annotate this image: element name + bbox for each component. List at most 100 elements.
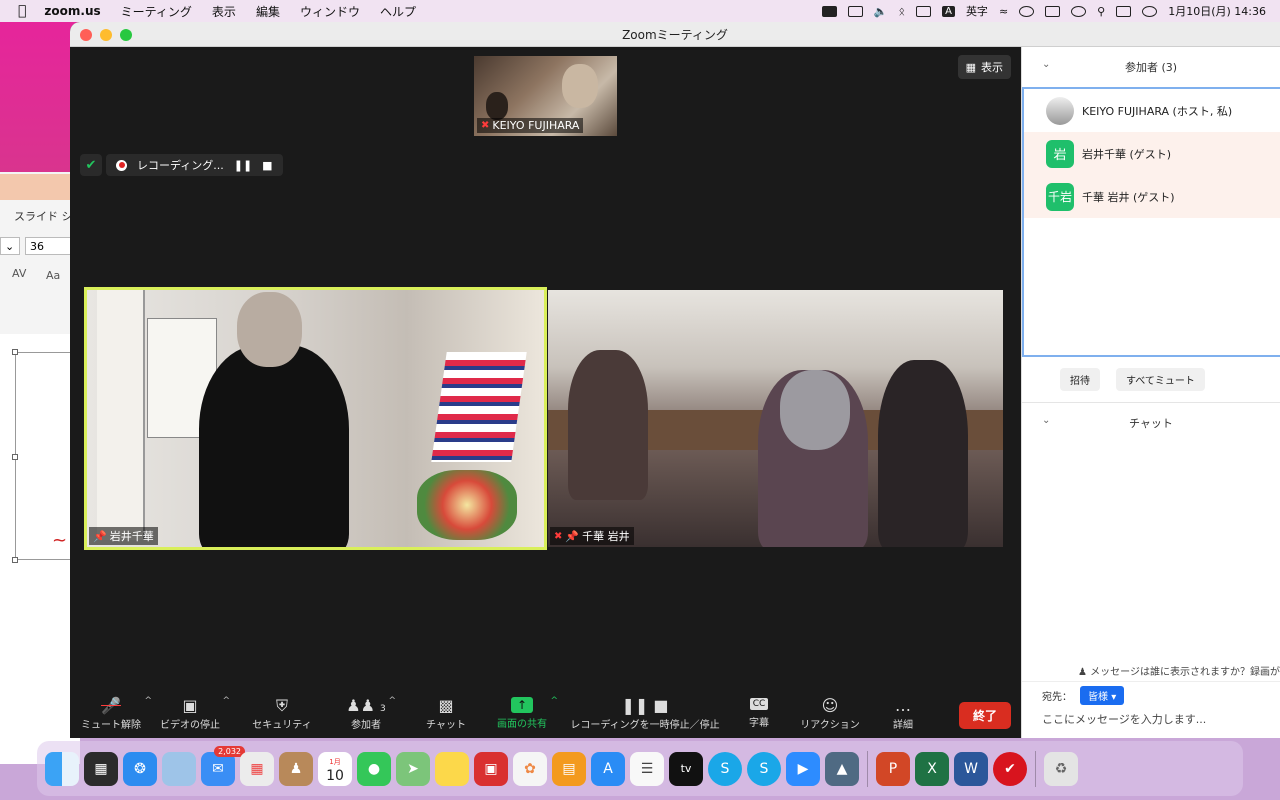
participants-icon: ♟♟ 3 xyxy=(346,695,386,715)
who-can-see-notice[interactable]: ♟ メッセージは誰に表示されますか？録画が xyxy=(1022,663,1280,681)
close-window-button[interactable] xyxy=(80,29,92,41)
resize-handle[interactable] xyxy=(12,557,18,563)
mission-control-icon[interactable]: ▦ xyxy=(84,751,118,786)
trend-micro-icon[interactable]: ✔ xyxy=(993,751,1027,786)
top-participant-video[interactable]: ✖ KEIYO FUJIHARA xyxy=(474,56,617,136)
chevron-up-icon[interactable]: ^ xyxy=(222,696,230,706)
selected-textbox[interactable] xyxy=(15,352,75,560)
unmute-button[interactable]: 🎤 ミュート解除 ^ xyxy=(80,688,152,738)
minimize-window-button[interactable] xyxy=(100,29,112,41)
participant-row[interactable]: 岩 岩井千華 (ゲスト) xyxy=(1024,132,1280,175)
font-size-select[interactable]: 36 xyxy=(25,237,73,255)
menu-help[interactable]: ヘルプ xyxy=(380,3,416,20)
app-menu[interactable]: zoom.us xyxy=(44,4,100,18)
chat-button[interactable]: ▩ チャット xyxy=(426,688,466,738)
user-icon[interactable] xyxy=(1019,5,1035,17)
share-screen-button[interactable]: ↑ 画面の共有 ^ xyxy=(496,688,558,738)
view-button[interactable]: ▦ 表示 xyxy=(957,55,1011,79)
notes-icon[interactable] xyxy=(435,751,469,786)
slide-show-tab[interactable]: スライド シ xyxy=(14,208,73,224)
slide-canvas[interactable]: ~ xyxy=(0,334,80,764)
maps-icon[interactable]: ➤ xyxy=(396,751,430,786)
menu-edit[interactable]: 編集 xyxy=(256,3,280,20)
messages-icon[interactable]: ● xyxy=(357,751,391,786)
dropbox-icon[interactable] xyxy=(847,5,863,17)
invite-button[interactable]: 招待 xyxy=(1060,368,1100,391)
clock-icon[interactable] xyxy=(1071,5,1087,17)
books-icon[interactable]: ▤ xyxy=(552,751,586,786)
char-spacing-button[interactable]: AV xyxy=(12,267,26,280)
app-store-icon[interactable]: A xyxy=(591,751,625,786)
background-banner xyxy=(97,290,145,540)
stop-recording-icon[interactable]: ■ xyxy=(262,159,272,172)
security-button[interactable]: ⛨ セキュリティ xyxy=(251,688,313,738)
chat-panel-header: ⌄ チャット xyxy=(1022,403,1280,443)
preview-icon[interactable] xyxy=(162,751,196,786)
encryption-shield-icon[interactable]: ✔ xyxy=(80,154,102,176)
more-button[interactable]: … 詳細 xyxy=(888,688,918,738)
display-icon[interactable] xyxy=(1045,5,1061,17)
zoom-status-icon[interactable] xyxy=(821,5,837,17)
excel-icon[interactable]: X xyxy=(915,751,949,786)
input-source-label[interactable]: 英字 xyxy=(966,3,988,19)
skype-icon[interactable]: S xyxy=(708,751,742,786)
input-source-icon[interactable]: A xyxy=(942,5,955,17)
zoom-window-button[interactable] xyxy=(120,29,132,41)
chevron-down-icon[interactable]: ⌄ xyxy=(1042,415,1050,426)
chevron-down-icon[interactable]: ⌄ xyxy=(1042,59,1050,70)
zoom-icon[interactable]: ▶ xyxy=(786,751,820,786)
top-participant-nameplate: ✖ KEIYO FUJIHARA xyxy=(477,118,584,133)
pause-stop-recording-button[interactable]: ❚❚ ■ レコーディングを一時停止／停止 xyxy=(570,688,720,738)
chevron-up-icon[interactable]: ^ xyxy=(388,696,396,706)
resize-handle[interactable] xyxy=(12,454,18,460)
chevron-up-icon[interactable]: ^ xyxy=(550,696,558,706)
chevron-up-icon[interactable]: ^ xyxy=(144,696,152,706)
participants-button[interactable]: ♟♟ 3 参加者 ^ xyxy=(346,688,396,738)
menubar-datetime[interactable]: 1月10日(月) 14:36 xyxy=(1168,3,1266,19)
share-screen-label: 画面の共有 xyxy=(497,718,547,730)
calendar-icon[interactable]: 1月 10 xyxy=(318,751,352,786)
participant-row[interactable]: KEIYO FUJIHARA (ホスト, 私) xyxy=(1024,89,1280,132)
reminders-icon[interactable]: ☰ xyxy=(630,751,664,786)
siri-icon[interactable] xyxy=(1142,5,1158,17)
apple-tv-icon[interactable]: tv xyxy=(669,751,703,786)
font-family-select[interactable]: ⌄ xyxy=(0,237,20,255)
contacts-icon[interactable]: ♟ xyxy=(279,751,313,786)
word-icon[interactable]: W xyxy=(954,751,988,786)
video-tile-participant[interactable]: ✖ 📌 千華 岩井 xyxy=(548,290,1003,547)
photos-icon[interactable]: ✿ xyxy=(513,751,547,786)
resize-handle[interactable] xyxy=(12,349,18,355)
skype-for-business-icon[interactable]: S xyxy=(747,751,781,786)
volume-icon[interactable]: 🔈 xyxy=(874,5,888,18)
safari-icon[interactable]: ❂ xyxy=(123,751,157,786)
pause-recording-icon[interactable]: ❚❚ xyxy=(234,159,252,172)
photo-booth-icon[interactable]: ▣ xyxy=(474,751,508,786)
prism-icon[interactable]: ▲ xyxy=(825,751,859,786)
powerpoint-icon[interactable]: P xyxy=(876,751,910,786)
end-meeting-button[interactable]: 終了 xyxy=(958,702,1011,729)
control-center-icon[interactable] xyxy=(1116,5,1132,17)
change-case-button[interactable]: Aa xyxy=(46,269,60,282)
chat-message-input[interactable]: ここにメッセージを入力します... xyxy=(1022,709,1280,731)
finder-icon[interactable] xyxy=(45,751,79,786)
wifi-icon[interactable]: ≈ xyxy=(999,5,1008,18)
menu-view[interactable]: 表示 xyxy=(212,3,236,20)
participant-name: KEIYO FUJIHARA (ホスト, 私) xyxy=(1082,104,1233,118)
recipient-select[interactable]: 皆様 ▾ xyxy=(1080,686,1125,705)
stop-video-button[interactable]: ▣ ビデオの停止 ^ xyxy=(160,688,230,738)
apple-icon[interactable]:  xyxy=(18,3,26,19)
mail-icon[interactable]: ✉ 2,032 xyxy=(201,745,245,786)
mute-all-button[interactable]: すべてミュート xyxy=(1116,368,1205,391)
participant-row[interactable]: 千岩 千華 岩井 (ゲスト) xyxy=(1024,175,1280,218)
video-tile-active-speaker[interactable]: 📌 岩井千華 xyxy=(84,287,547,550)
reactions-button[interactable]: ☺ リアクション xyxy=(798,688,862,738)
launchpad-icon[interactable]: ▦ xyxy=(240,751,274,786)
trash-icon[interactable]: ♻ xyxy=(1044,751,1078,786)
menu-meeting[interactable]: ミーティング xyxy=(121,3,192,20)
menu-window[interactable]: ウィンドウ xyxy=(300,3,360,20)
battery-icon[interactable] xyxy=(916,5,932,17)
bluetooth-icon[interactable]: ᛟ xyxy=(898,5,905,18)
captions-button[interactable]: CC 字幕 xyxy=(742,688,776,738)
sheet-music-stand xyxy=(431,352,527,462)
spotlight-icon[interactable]: ⚲ xyxy=(1097,5,1105,18)
